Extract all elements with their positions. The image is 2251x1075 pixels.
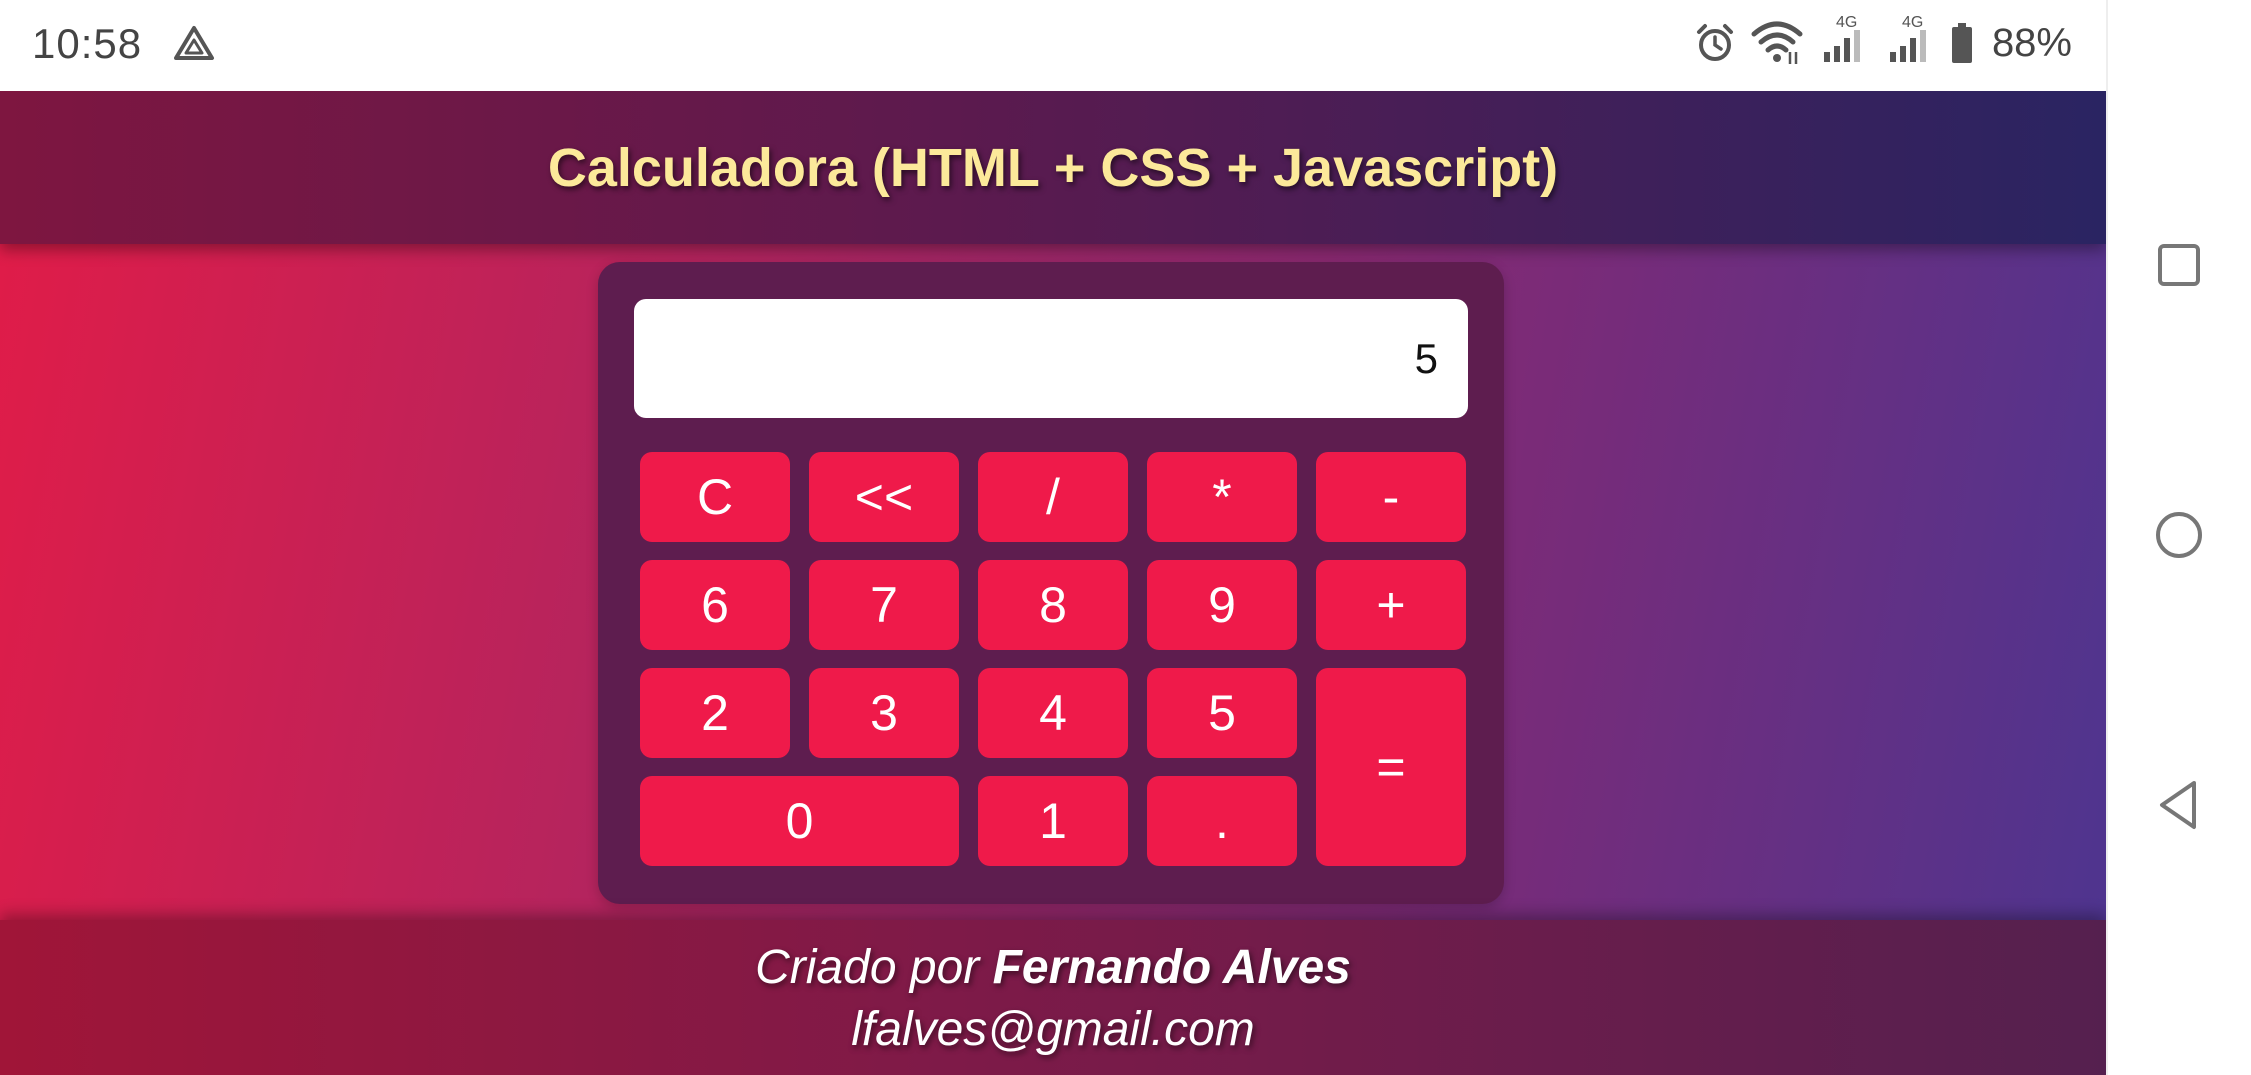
digit-3-button[interactable]: 3 [809,668,959,758]
wifi-icon [1751,21,1803,64]
digit-5-button[interactable]: 5 [1147,668,1297,758]
alarm-icon [1696,24,1733,61]
footer-credit: Criado por Fernando Alves [0,940,2106,995]
decimal-button[interactable]: . [1147,776,1297,866]
page-header: Calculadora (HTML + CSS + Javascript) [0,91,2106,244]
digit-9-button[interactable]: 9 [1147,560,1297,650]
page-footer: Criado por Fernando Alves lfalves@gmail.… [0,920,2106,1075]
calculator: 5 C << / * - 6 7 8 9 + 2 3 4 5 = 0 1 . [598,262,1504,904]
battery-icon [1951,23,1972,63]
digit-0-button[interactable]: 0 [640,776,959,866]
signal-4g-icon [1889,30,1926,62]
signal-4g-icon [1823,30,1860,62]
add-button[interactable]: + [1316,560,1466,650]
page-title: Calculadora (HTML + CSS + Javascript) [547,137,1559,198]
digit-7-button[interactable]: 7 [809,560,959,650]
signal-group-1: 4G [1818,14,1870,66]
status-bar: 10:58 4G 4G 88% [0,0,2106,91]
drive-triangle-icon [174,26,214,60]
footer-author: Fernando Alves [992,941,1351,994]
status-time: 10:58 [32,20,143,67]
web-content: Calculadora (HTML + CSS + Javascript) 5 … [0,91,2106,1075]
screen: 10:58 4G 4G 88% Calculadora (HTML + CSS … [0,0,2251,1075]
digit-4-button[interactable]: 4 [978,668,1128,758]
digit-2-button[interactable]: 2 [640,668,790,758]
equals-button[interactable]: = [1316,668,1466,866]
clear-button[interactable]: C [640,452,790,542]
divide-button[interactable]: / [978,452,1128,542]
multiply-button[interactable]: * [1147,452,1297,542]
digit-8-button[interactable]: 8 [978,560,1128,650]
calculator-display: 5 [634,299,1468,418]
digit-6-button[interactable]: 6 [640,560,790,650]
footer-email: lfalves@gmail.com [851,1003,1255,1056]
recents-square-icon[interactable] [2150,236,2210,296]
back-triangle-icon[interactable] [2150,775,2210,835]
home-circle-icon[interactable] [2150,505,2210,565]
signal-group-2: 4G [1884,14,1936,66]
subtract-button[interactable]: - [1316,452,1466,542]
nav-bar [2106,0,2251,1075]
status-icons: 4G 4G 88% [1694,14,2072,68]
footer-prefix: Criado por [755,941,993,994]
battery-percent: 88% [1991,20,2072,65]
backspace-button[interactable]: << [809,452,959,542]
digit-1-button[interactable]: 1 [978,776,1128,866]
